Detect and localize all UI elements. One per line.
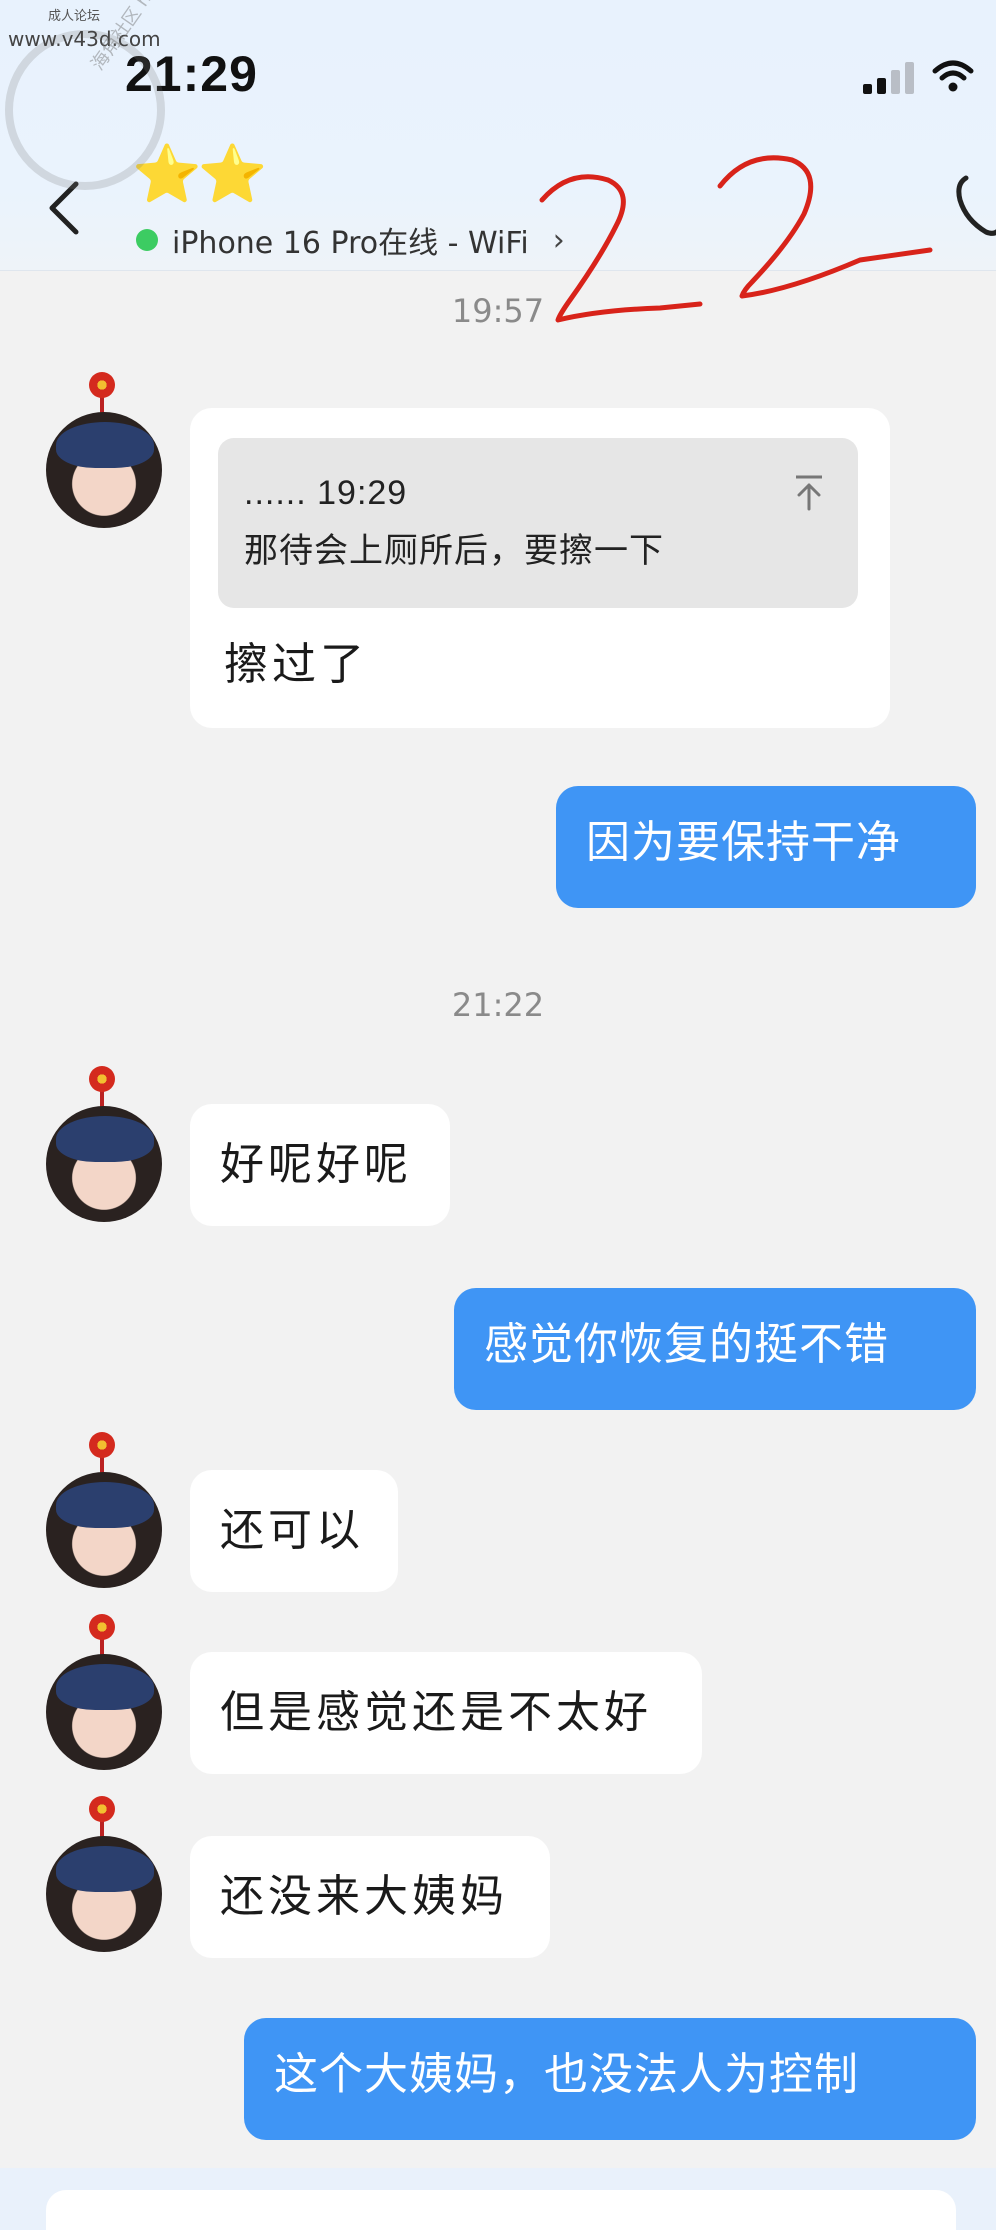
beret-shape [56, 422, 154, 468]
cellular-signal-icon [863, 58, 914, 94]
timestamp: 19:57 [451, 292, 545, 330]
contact-avatar[interactable] [46, 1432, 162, 1588]
beret-shape [56, 1664, 154, 1710]
avatar-photo [46, 412, 162, 528]
message-bubble-incoming[interactable]: 但是感觉还是不太好 [190, 1652, 702, 1774]
message-text: 还可以 [220, 1505, 364, 1556]
message-text: 还没来大姨妈 [220, 1871, 508, 1922]
flower-decoration-icon [89, 372, 115, 398]
message-bubble-outgoing[interactable]: 因为要保持干净 [556, 786, 976, 908]
avatar-photo [46, 1654, 162, 1770]
quoted-message[interactable]: ...... 19:29 那待会上厕所后，要擦一下 [218, 438, 858, 608]
presence-status[interactable]: iPhone 16 Pro在线 - WiFi › [136, 218, 565, 262]
message-text: 感觉你恢复的挺不错 [484, 1319, 889, 1370]
message-bubble-outgoing[interactable]: 感觉你恢复的挺不错 [454, 1288, 976, 1410]
message-text: 好呢好呢 [220, 1139, 412, 1190]
avatar-photo [46, 1106, 162, 1222]
watermark-ring [5, 30, 165, 190]
contact-avatar[interactable] [46, 1066, 162, 1222]
contact-avatar[interactable] [46, 1796, 162, 1952]
quote-text: 那待会上厕所后，要擦一下 [244, 531, 664, 571]
avatar-photo [46, 1836, 162, 1952]
annotation-text: 22 [530, 140, 550, 144]
message-text: 这个大姨妈，也没法人为控制 [274, 2049, 859, 2100]
avatar-photo [46, 1472, 162, 1588]
quote-meta: ...... 19:29 [244, 474, 408, 512]
timestamp: 21:22 [451, 986, 545, 1024]
watermark-url: www.v43d.com [8, 27, 161, 51]
online-dot-icon [136, 229, 158, 251]
beret-shape [56, 1116, 154, 1162]
message-text: 因为要保持干净 [586, 817, 901, 868]
phone-call-button[interactable] [952, 170, 996, 240]
flower-decoration-icon [89, 1796, 115, 1822]
site-watermark: 成人论坛 www.v43d.com 海角社区 haijiao.com [0, 0, 208, 200]
message-text: 擦过了 [224, 639, 368, 690]
beret-shape [56, 1846, 154, 1892]
message-text: 但是感觉还是不太好 [220, 1687, 652, 1738]
message-bubble-incoming[interactable]: 好呢好呢 [190, 1104, 450, 1226]
beret-shape [56, 1482, 154, 1528]
presence-text: iPhone 16 Pro在线 - WiFi [172, 226, 529, 261]
message-bubble-outgoing[interactable]: 这个大姨妈，也没法人为控制 [244, 2018, 976, 2140]
flower-decoration-icon [89, 1432, 115, 1458]
contact-avatar[interactable] [46, 372, 162, 528]
flower-decoration-icon [89, 1614, 115, 1640]
contact-avatar[interactable] [46, 1614, 162, 1770]
jump-to-top-icon[interactable] [792, 472, 826, 512]
message-bubble-incoming[interactable]: ...... 19:29 那待会上厕所后，要擦一下 擦过了 [190, 408, 890, 728]
wifi-icon [932, 59, 974, 93]
message-bubble-incoming[interactable]: 还没来大姨妈 [190, 1836, 550, 1958]
chat-screen: 21:29 ⭐⭐ iPhone 16 Pro在线 - WiFi › 成人论坛 w… [0, 0, 996, 2230]
message-input[interactable] [46, 2190, 956, 2230]
watermark-top-text: 成人论坛 [48, 9, 101, 24]
message-bubble-incoming[interactable]: 还可以 [190, 1470, 398, 1592]
status-icons [863, 58, 974, 94]
flower-decoration-icon [89, 1066, 115, 1092]
